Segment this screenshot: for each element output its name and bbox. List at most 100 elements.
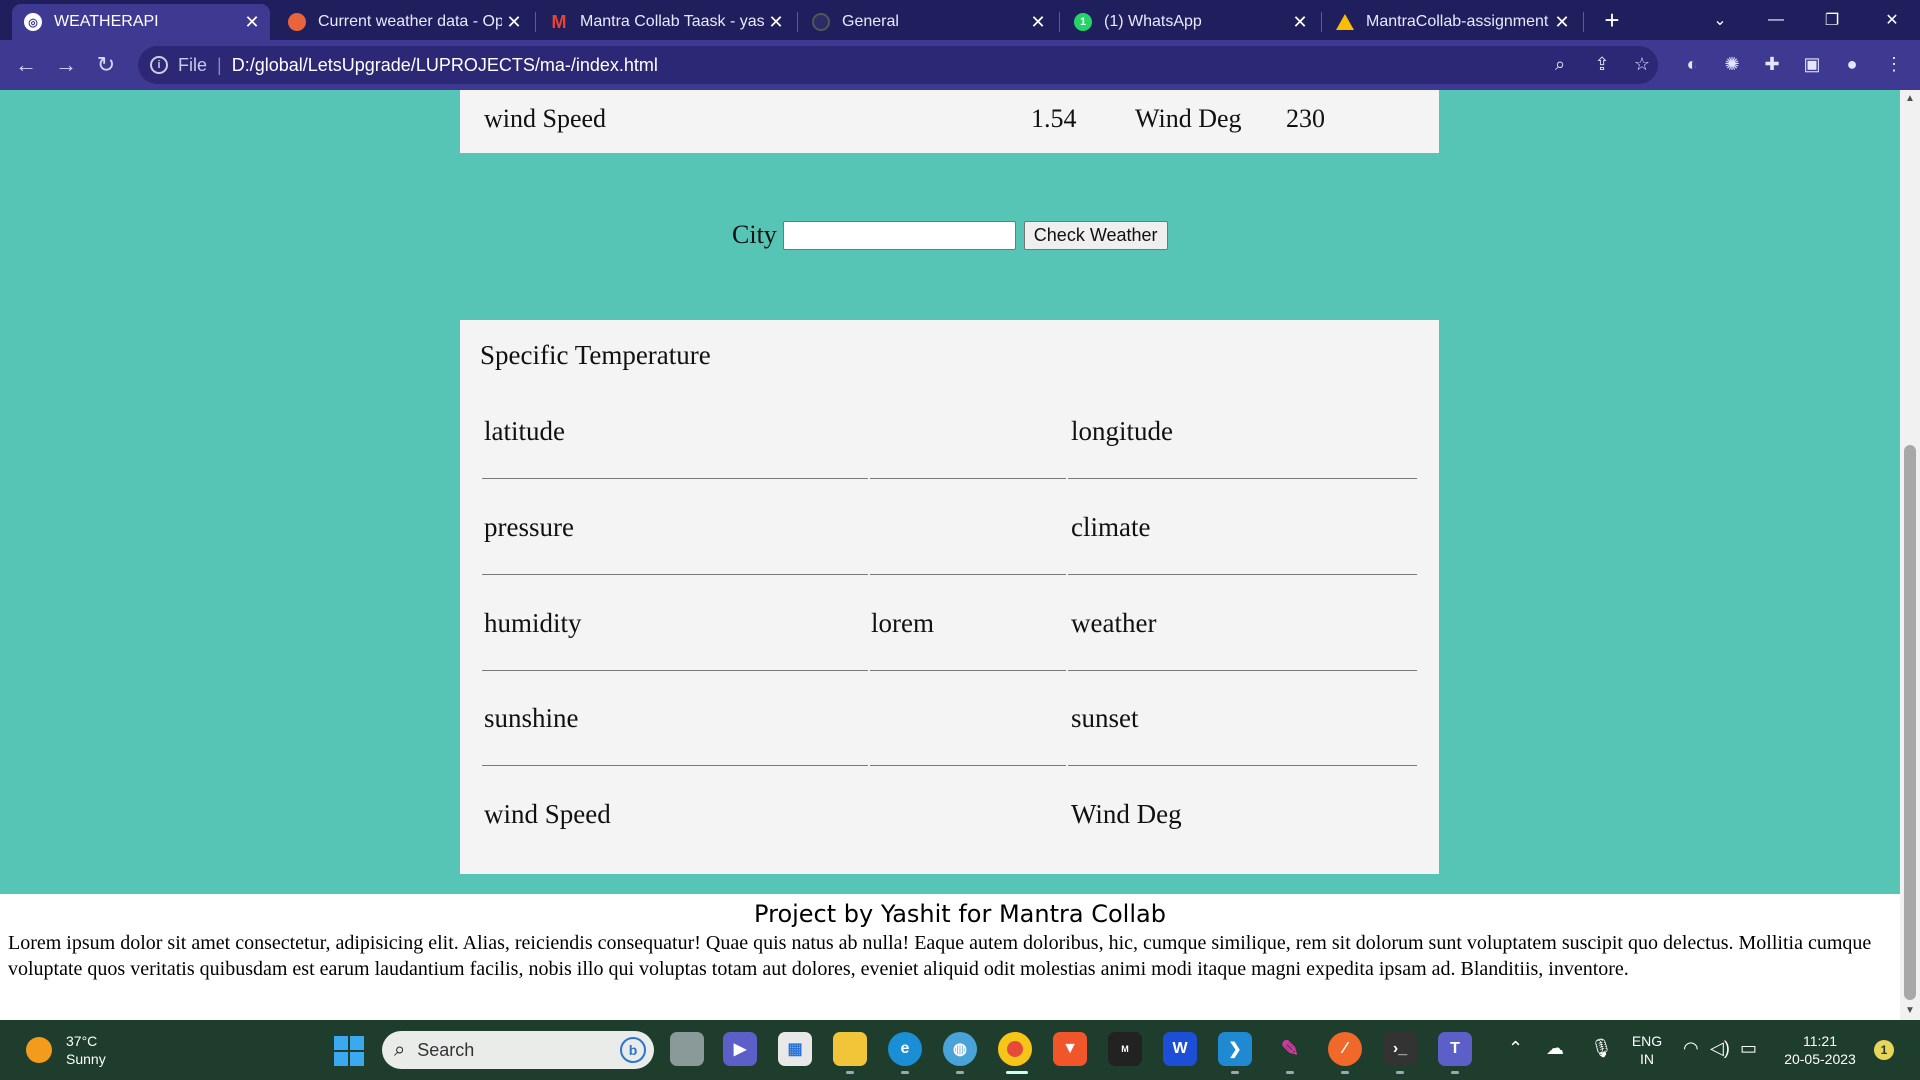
file-explorer-icon[interactable] [833, 1032, 867, 1066]
teams-icon[interactable]: T [1438, 1032, 1472, 1066]
address-bar[interactable]: i File | D:/global/LetsUpgrade/LUPROJECT… [138, 46, 1658, 84]
table-row: latitude longitude [482, 384, 1417, 480]
new-tab-button[interactable]: + [1598, 6, 1626, 34]
row-divider [1068, 765, 1417, 766]
postman-icon[interactable]: ⁄ [1328, 1032, 1362, 1066]
table-row: humidity lorem weather [482, 576, 1417, 672]
store-icon[interactable]: ▦ [778, 1032, 812, 1066]
tab-whatsapp[interactable]: 1 (1) WhatsApp ✕ [1062, 4, 1318, 40]
tab-gmail[interactable]: M Mantra Collab Taask - yashi ✕ [538, 4, 794, 40]
specific-temperature-card: Specific Temperature latitude longitude … [460, 320, 1439, 874]
longitude-label: longitude [1071, 416, 1173, 446]
tab-separator [535, 12, 536, 32]
onedrive-cloud-icon[interactable]: ☁ [1546, 1038, 1564, 1059]
windows-taskbar: 37°C Sunny ⌕ Search b ▶ ▦ e ◍ ▼ M W ❯ ✎ … [0, 1020, 1920, 1080]
forward-icon[interactable]: → [50, 49, 82, 81]
tab-weatherapi[interactable]: ◎ WEATHERAPI ✕ [12, 4, 270, 40]
bing-icon[interactable]: b [620, 1037, 646, 1063]
task-view-icon[interactable] [670, 1032, 704, 1066]
restore-icon[interactable]: ❐ [1804, 0, 1860, 40]
vertical-scrollbar[interactable]: ▲ ▼ [1900, 90, 1920, 1020]
wind-speed-value: 1.54 [1031, 104, 1077, 133]
close-icon[interactable]: ✕ [240, 12, 264, 33]
close-icon[interactable]: ✕ [1026, 12, 1050, 33]
paint-icon[interactable]: ✎ [1273, 1032, 1307, 1066]
minimize-icon[interactable]: — [1748, 0, 1804, 40]
zoom-icon[interactable]: ⌕ [1546, 50, 1574, 78]
vscode-icon[interactable]: ❯ [1218, 1032, 1252, 1066]
card-title: Specific Temperature [480, 340, 711, 370]
close-icon[interactable]: ✕ [1288, 12, 1312, 33]
taskbar-search[interactable]: ⌕ Search b [382, 1031, 654, 1069]
scroll-down-icon[interactable]: ▼ [1900, 1002, 1920, 1020]
show-hidden-icons-icon[interactable]: ⌃ [1508, 1038, 1523, 1059]
running-indicator [1396, 1071, 1404, 1074]
tab-strip: ◎ WEATHERAPI ✕ Current weather data - Op… [0, 0, 1920, 40]
weather-desc: Sunny [66, 1051, 106, 1067]
row-divider [1068, 478, 1417, 479]
clock[interactable]: 11:21 20-05-2023 [1778, 1032, 1862, 1068]
browser-toolbar: ← → ↻ i File | D:/global/LetsUpgrade/LUP… [0, 40, 1920, 90]
wifi-icon[interactable]: ◠ [1683, 1038, 1699, 1059]
reload-icon[interactable]: ↻ [90, 49, 122, 81]
tab-drive[interactable]: MantraCollab-assignment - ✕ [1324, 4, 1580, 40]
tab-separator [1059, 12, 1060, 32]
scroll-up-icon[interactable]: ▲ [1900, 90, 1920, 108]
menu-kebab-icon[interactable]: ⋮ [1880, 50, 1908, 78]
profile-avatar[interactable]: ● [1838, 50, 1866, 78]
extension-icon[interactable]: ◐ [1678, 50, 1706, 78]
tab-search-icon[interactable]: ⌄ [1692, 0, 1748, 40]
windows-start-icon[interactable] [334, 1036, 364, 1066]
chrome-icon[interactable] [998, 1032, 1032, 1066]
tab-github-general[interactable]: General ✕ [800, 4, 1056, 40]
tab-label: Mantra Collab Taask - yashi [580, 13, 764, 30]
city-input[interactable] [782, 220, 1016, 250]
network-globe-icon[interactable]: ◍ [943, 1032, 977, 1066]
close-icon[interactable]: ✕ [1550, 12, 1574, 33]
running-indicator [956, 1071, 964, 1074]
info-icon[interactable]: i [150, 56, 168, 74]
web-page: wind Speed 1.54 Wind Deg 230 City Check … [0, 90, 1920, 1020]
sunset-label: sunset [1071, 703, 1139, 733]
extension-gear-icon[interactable]: ✺ [1718, 50, 1746, 78]
window-close-icon[interactable]: ✕ [1864, 0, 1920, 40]
close-icon[interactable]: ✕ [764, 12, 788, 33]
pressure-label: pressure [484, 512, 574, 542]
share-icon[interactable]: ⇪ [1588, 50, 1616, 78]
github-icon [812, 13, 830, 31]
climate-label: climate [1071, 512, 1151, 542]
microphone-icon[interactable]: 🎙 [1590, 1038, 1613, 1059]
close-icon[interactable]: ✕ [502, 12, 526, 33]
volume-icon[interactable]: ◁) [1710, 1038, 1730, 1059]
scrollbar-thumb[interactable] [1904, 445, 1916, 1000]
scheme-label: File [178, 54, 208, 75]
terminal-app-icon[interactable]: M [1108, 1032, 1142, 1066]
language-indicator[interactable]: ENG IN [1630, 1032, 1664, 1068]
search-icon: ⌕ [394, 1038, 406, 1061]
wind-speed-label: wind Speed [484, 799, 611, 829]
wind-speed-label: wind Speed [484, 104, 607, 133]
check-weather-button[interactable]: Check Weather [1023, 220, 1168, 250]
extensions-puzzle-icon[interactable]: ✚ [1758, 50, 1786, 78]
battery-icon[interactable]: ▭ [1740, 1038, 1757, 1059]
tab-current-weather[interactable]: Current weather data - Ope ✕ [276, 4, 532, 40]
table-row: pressure climate [482, 480, 1417, 576]
webex-icon[interactable]: W [1163, 1032, 1197, 1066]
humidity-label: humidity [484, 608, 582, 638]
notification-badge[interactable]: 1 [1874, 1040, 1894, 1060]
brave-icon[interactable]: ▼ [1053, 1032, 1087, 1066]
windows-terminal-icon[interactable]: ›_ [1383, 1032, 1417, 1066]
edge-icon[interactable]: e [888, 1032, 922, 1066]
bookmark-star-icon[interactable]: ☆ [1628, 50, 1656, 78]
humidity-value: lorem [871, 608, 934, 638]
back-icon[interactable]: ← [10, 49, 42, 81]
url-text[interactable]: D:/global/LetsUpgrade/LUPROJECTS/ma-/ind… [232, 55, 658, 76]
city-label: City [732, 220, 777, 249]
divider: | [217, 54, 222, 75]
teams-chat-icon[interactable]: ▶ [723, 1032, 757, 1066]
drive-icon [1336, 14, 1354, 30]
running-indicator [1231, 1071, 1239, 1074]
side-panel-icon[interactable]: ▣ [1798, 50, 1826, 78]
running-indicator [901, 1071, 909, 1074]
weather-widget[interactable]: 37°C Sunny [26, 1032, 106, 1068]
